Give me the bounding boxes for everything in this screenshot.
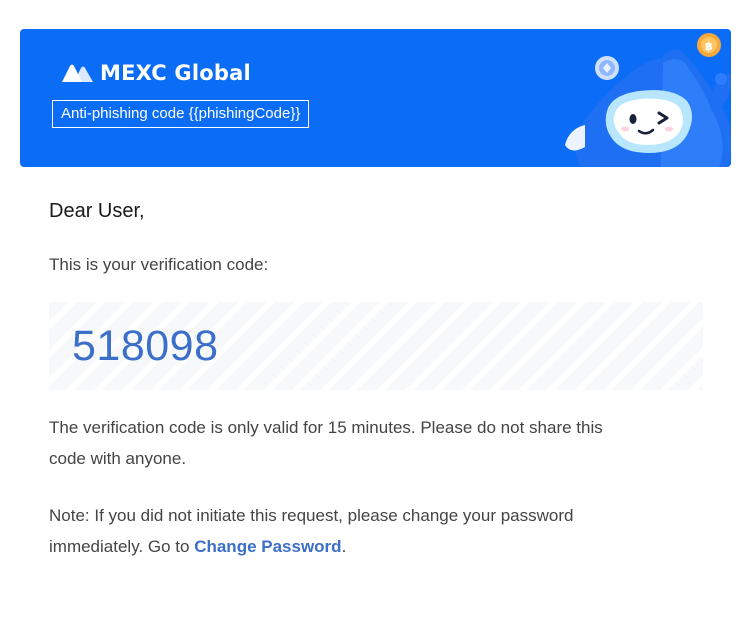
note-line-1: Note: If you did not initiate this reque… [49,506,574,525]
svg-text:฿: ฿ [705,40,713,53]
security-note: Note: If you did not initiate this reque… [49,500,703,562]
anti-phishing-code-badge: Anti-phishing code {{phishingCode}} [52,100,310,128]
verification-code-box: 518098 [49,302,703,390]
brand-logo: MEXC Global [60,60,251,86]
greeting: Dear User, [49,200,145,222]
mexc-mascot-illustration: ฿ [565,33,731,167]
verification-code[interactable]: 518098 [72,322,219,370]
mexc-logo-icon [62,64,93,82]
intro-text: This is your verification code: [49,255,269,274]
email-container: MEXC Global Anti-phishing code {{phishin… [0,0,748,622]
brand-name: MEXC Global [100,61,251,85]
header-banner: MEXC Global Anti-phishing code {{phishin… [20,29,731,167]
validity-line-1: The verification code is only valid for … [49,418,603,437]
note-line-2-suffix: . [341,537,347,556]
note-line-2-prefix: immediately. Go to [49,537,195,556]
change-password-link[interactable]: Change Password [194,537,341,556]
validity-notice: The verification code is only valid for … [49,412,703,474]
validity-line-2: code with anyone. [49,449,187,468]
